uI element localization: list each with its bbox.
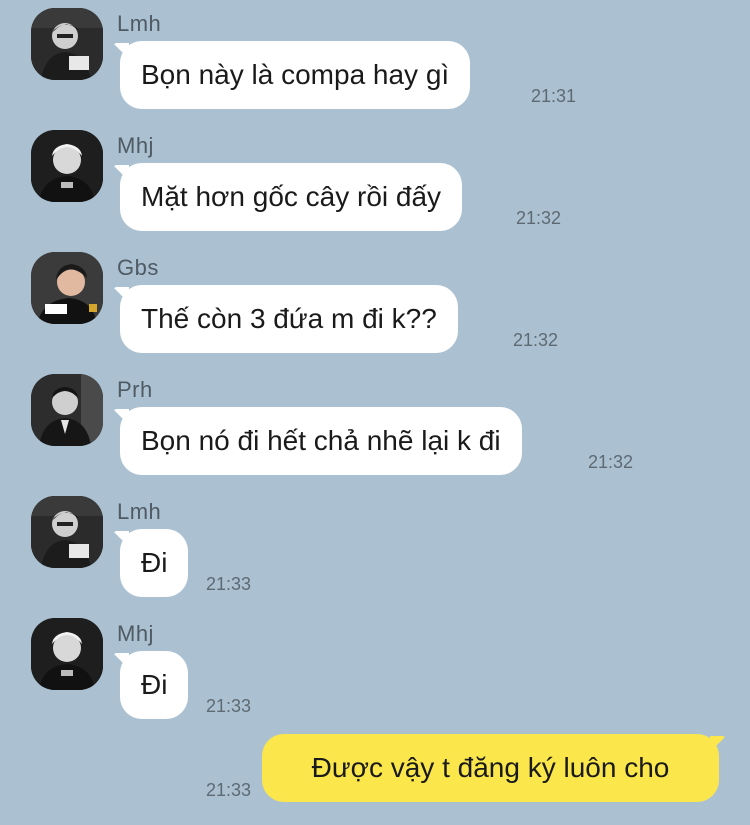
incoming-message: Lmh Đi 21:33 (0, 488, 750, 610)
sender-name: Lmh (117, 11, 162, 36)
user-avatar-icon (31, 374, 103, 446)
message-bubble[interactable]: Bọn này là compa hay gì (120, 41, 471, 109)
message-bubble[interactable]: Đi (120, 651, 189, 719)
sender-avatar[interactable] (31, 252, 103, 324)
message-timestamp: 21:33 (206, 696, 252, 716)
incoming-message: Mhj Mặt hơn gốc cây rồi đấy 21:32 (0, 122, 750, 244)
sender-name: Prh (117, 377, 153, 402)
outgoing-message-bubble[interactable]: Được vậy t đăng ký luôn cho (262, 734, 719, 802)
message-bubble[interactable]: Thế còn 3 đứa m đi k?? (120, 285, 458, 353)
sender-name: Lmh (117, 499, 162, 524)
user-avatar-icon (31, 252, 103, 324)
sender-name: Gbs (117, 255, 159, 280)
message-timestamp: 21:33 (206, 574, 252, 594)
sender-avatar[interactable] (31, 8, 103, 80)
message-bubble[interactable]: Đi (120, 529, 189, 597)
chat-thread[interactable]: Lmh Bọn này là compa hay gì 21:31 Mhj Mặ… (0, 0, 750, 825)
sender-avatar[interactable] (31, 618, 103, 690)
message-timestamp: 21:32 (513, 330, 559, 350)
sender-avatar[interactable] (31, 374, 103, 446)
message-bubble[interactable]: Bọn nó đi hết chả nhẽ lại k đi (120, 407, 522, 475)
incoming-message: Prh Bọn nó đi hết chả nhẽ lại k đi 21:32 (0, 366, 750, 488)
sender-avatar[interactable] (31, 130, 103, 202)
message-bubble[interactable]: Mặt hơn gốc cây rồi đấy (120, 163, 463, 231)
sender-avatar[interactable] (31, 496, 103, 568)
incoming-message: Lmh Bọn này là compa hay gì 21:31 (0, 0, 750, 122)
user-avatar-icon (31, 496, 103, 568)
message-timestamp: 21:32 (516, 208, 562, 228)
user-avatar-icon (31, 130, 103, 202)
incoming-message: Mhj Đi 21:33 (0, 610, 750, 732)
sender-name: Mhj (117, 621, 154, 646)
incoming-message: Gbs Thế còn 3 đứa m đi k?? 21:32 (0, 244, 750, 366)
user-avatar-icon (31, 8, 103, 80)
user-avatar-icon (31, 618, 103, 690)
message-timestamp: 21:31 (531, 86, 577, 106)
message-timestamp: 21:33 (206, 780, 252, 800)
message-timestamp: 21:32 (588, 452, 634, 472)
sender-name: Mhj (117, 133, 154, 158)
